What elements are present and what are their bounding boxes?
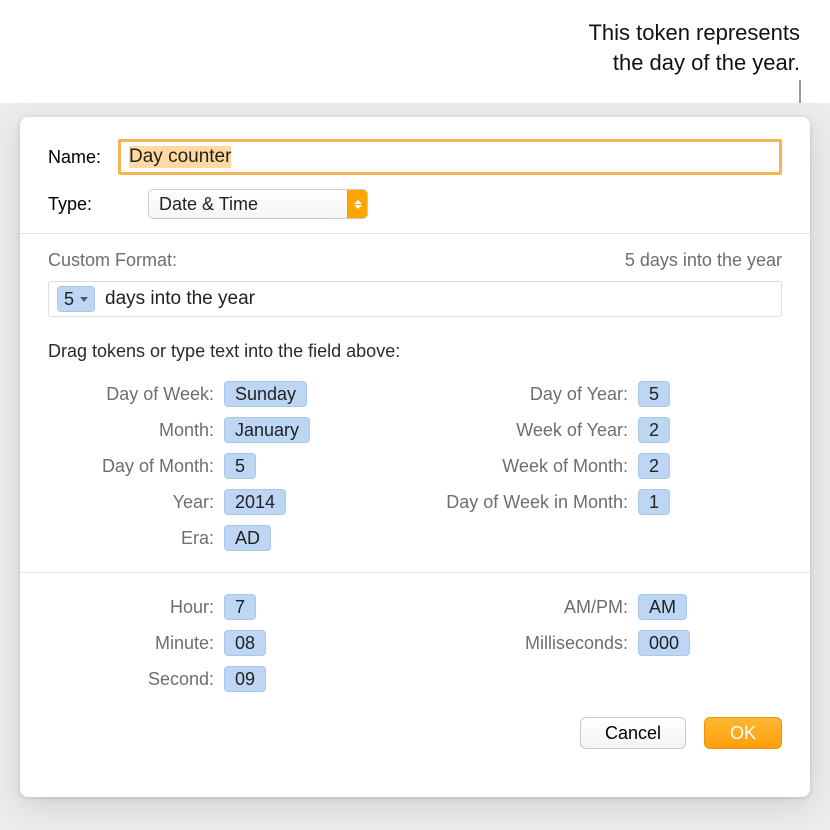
name-row: Name: <box>20 139 810 175</box>
token-label: Day of Week in Month: <box>408 492 638 513</box>
custom-format-label: Custom Format: <box>48 250 177 271</box>
token-week-of-month[interactable]: 2 <box>638 453 670 479</box>
format-token-value: 5 <box>64 289 74 310</box>
token-label: Hour: <box>48 597 224 618</box>
date-tokens-right-col: Day of Year:5 Week of Year:2 Week of Mon… <box>408 376 782 556</box>
format-trailing-text: days into the year <box>105 288 255 310</box>
token-label: Week of Year: <box>408 420 638 441</box>
token-second[interactable]: 09 <box>224 666 266 692</box>
time-tokens-right-col: AM/PM:AM Milliseconds:000 <box>408 589 782 697</box>
token-label: Day of Year: <box>408 384 638 405</box>
name-field-wrap <box>118 139 782 175</box>
token-label: Minute: <box>48 633 224 654</box>
format-token-day-of-year[interactable]: 5 <box>57 286 95 312</box>
token-day-of-week-in-month[interactable]: 1 <box>638 489 670 515</box>
time-tokens-grid: Hour:7 Minute:08 Second:09 AM/PM:AM Mill… <box>20 589 810 697</box>
token-year[interactable]: 2014 <box>224 489 286 515</box>
callout-line-2: the day of the year. <box>613 50 800 75</box>
updown-caret-icon <box>347 190 367 218</box>
chevron-down-icon <box>80 297 88 302</box>
time-tokens-left-col: Hour:7 Minute:08 Second:09 <box>48 589 408 697</box>
token-label: Era: <box>48 528 224 549</box>
ok-button[interactable]: OK <box>704 717 782 749</box>
token-label: Day of Month: <box>48 456 224 477</box>
custom-format-preview: 5 days into the year <box>625 250 782 271</box>
token-era[interactable]: AD <box>224 525 271 551</box>
token-label: Second: <box>48 669 224 690</box>
token-label: Day of Week: <box>48 384 224 405</box>
divider <box>20 233 810 234</box>
custom-format-section: Custom Format: 5 days into the year 5 da… <box>20 250 810 317</box>
token-month[interactable]: January <box>224 417 310 443</box>
token-day-of-year[interactable]: 5 <box>638 381 670 407</box>
callout-line-1: This token represents <box>588 20 800 45</box>
token-label: Milliseconds: <box>408 633 638 654</box>
divider <box>20 572 810 573</box>
custom-format-subhead: Custom Format: 5 days into the year <box>48 250 782 271</box>
type-select-value: Date & Time <box>159 194 258 215</box>
token-label: Week of Month: <box>408 456 638 477</box>
token-milliseconds[interactable]: 000 <box>638 630 690 656</box>
token-label: Year: <box>48 492 224 513</box>
custom-format-field[interactable]: 5 days into the year <box>48 281 782 317</box>
token-week-of-year[interactable]: 2 <box>638 417 670 443</box>
token-label: AM/PM: <box>408 597 638 618</box>
type-select[interactable]: Date & Time <box>148 189 368 219</box>
token-day-of-month[interactable]: 5 <box>224 453 256 479</box>
token-ampm[interactable]: AM <box>638 594 687 620</box>
date-tokens-left-col: Day of Week:Sunday Month:January Day of … <box>48 376 408 556</box>
type-label: Type: <box>48 194 118 215</box>
dialog-footer: Cancel OK <box>20 697 810 749</box>
cancel-button[interactable]: Cancel <box>580 717 686 749</box>
type-row: Type: Date & Time <box>20 189 810 219</box>
token-minute[interactable]: 08 <box>224 630 266 656</box>
name-label: Name: <box>48 147 118 168</box>
token-hour[interactable]: 7 <box>224 594 256 620</box>
date-tokens-grid: Day of Week:Sunday Month:January Day of … <box>20 376 810 556</box>
name-input[interactable] <box>121 142 779 172</box>
custom-format-dialog: Name: Type: Date & Time Custom Format: 5… <box>20 117 810 797</box>
token-label: Month: <box>48 420 224 441</box>
token-day-of-week[interactable]: Sunday <box>224 381 307 407</box>
drag-instructions: Drag tokens or type text into the field … <box>20 341 810 362</box>
callout-text: This token represents the day of the yea… <box>588 18 800 77</box>
